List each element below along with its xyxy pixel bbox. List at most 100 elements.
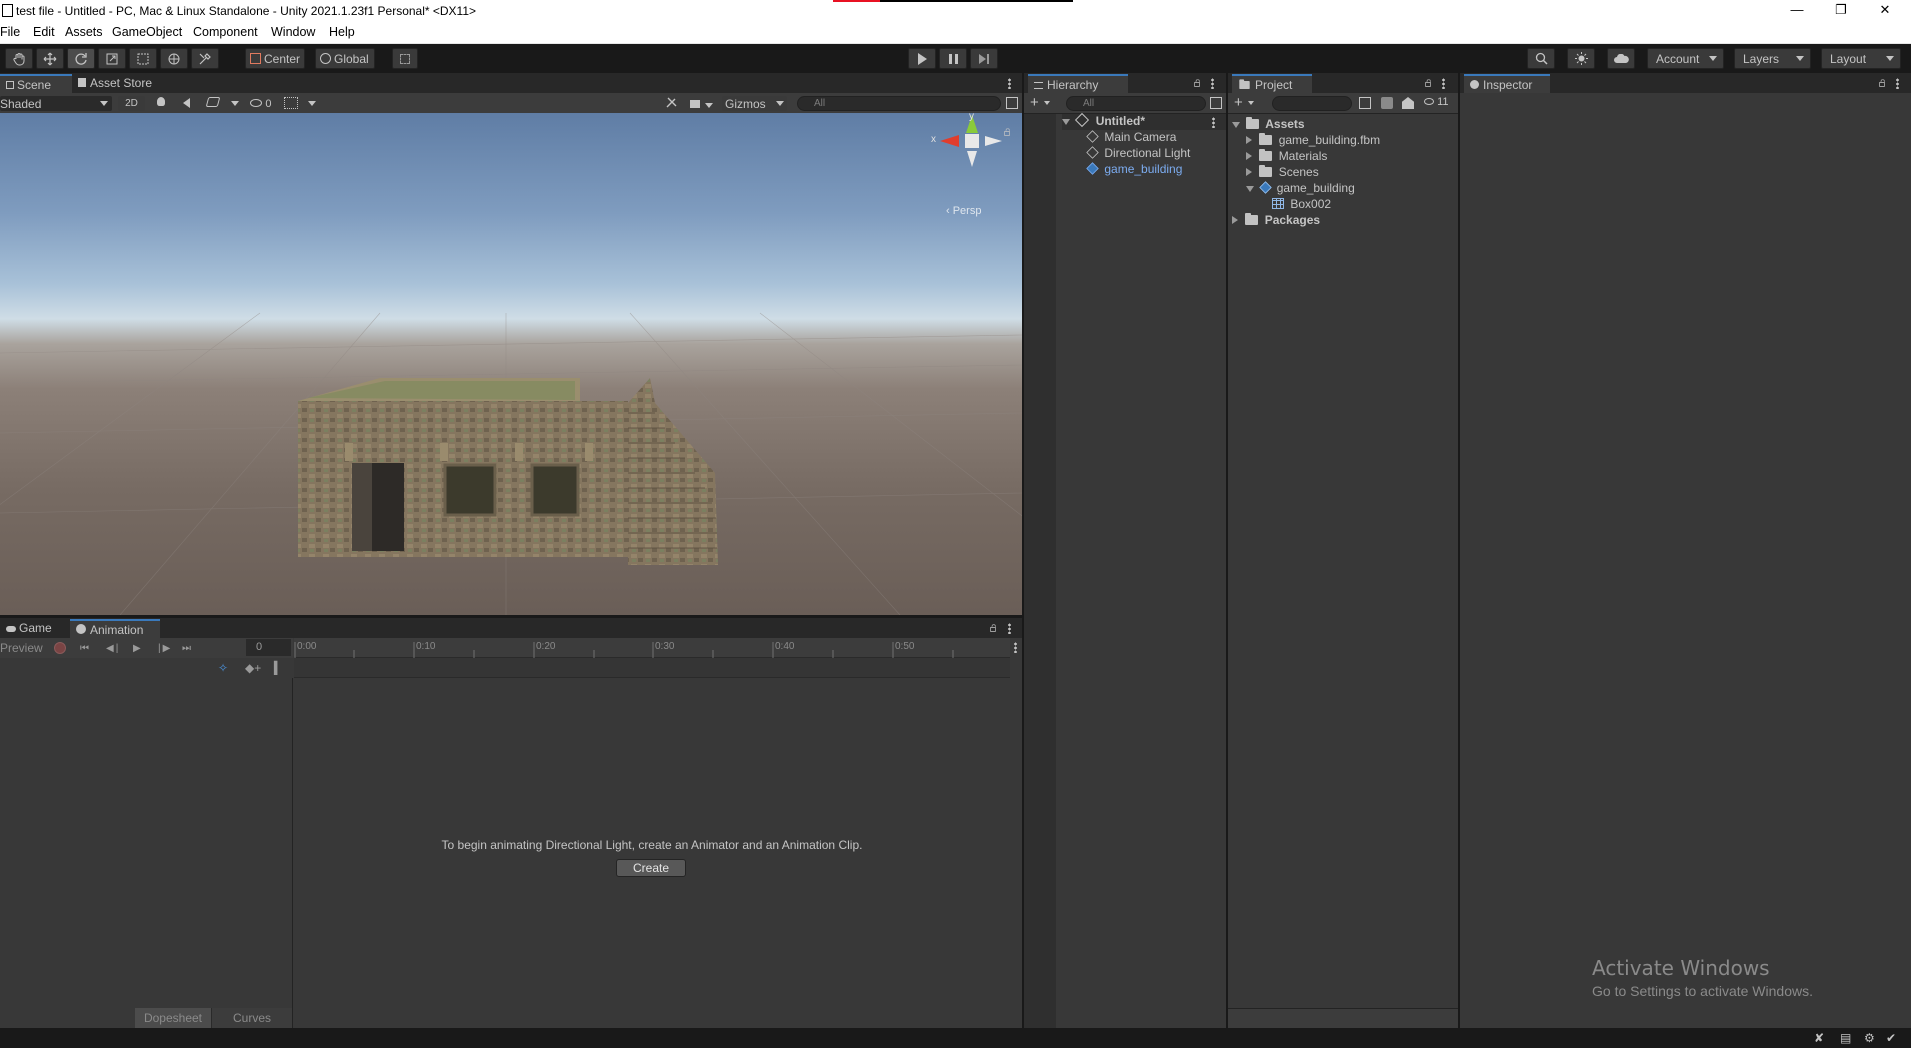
shading-mode-dropdown[interactable]: Shaded [0, 96, 112, 111]
lock-icon[interactable] [1004, 128, 1010, 136]
kebab-menu-icon[interactable] [1008, 78, 1011, 89]
project-item-game-building[interactable]: game_building [1246, 181, 1355, 195]
progress-icon[interactable]: ✘ [1814, 1031, 1824, 1045]
project-item-scenes[interactable]: Scenes [1246, 165, 1319, 179]
lock-icon[interactable] [1425, 79, 1431, 87]
kebab-menu-icon[interactable] [1014, 642, 1017, 653]
tab-asset-store[interactable]: Asset Store [72, 74, 164, 93]
grid-toggle-icon[interactable] [284, 97, 298, 109]
filter-by-label-icon[interactable] [1381, 97, 1393, 109]
menu-edit[interactable]: Edit [33, 25, 55, 39]
play-button[interactable] [908, 48, 936, 69]
collab-icon[interactable] [1567, 48, 1595, 69]
last-keyframe-icon[interactable]: ⏭ [182, 643, 191, 654]
first-keyframe-icon[interactable]: ⏮ [80, 643, 89, 654]
add-icon[interactable]: + [1234, 94, 1243, 111]
tab-scene[interactable]: Scene [0, 74, 72, 93]
project-item-materials[interactable]: Materials [1246, 149, 1327, 163]
hierarchy-item-game-building[interactable]: game_building [1086, 162, 1182, 176]
rect-tool-icon[interactable] [129, 48, 157, 69]
restore-icon[interactable]: ❐ [1819, 2, 1863, 20]
hierarchy-search-input[interactable]: All [1066, 96, 1206, 111]
add-event-icon[interactable]: ▍ [274, 661, 283, 675]
compile-status-icon[interactable]: ✔ [1886, 1031, 1896, 1045]
close-icon[interactable]: ✕ [1863, 2, 1907, 20]
menu-file[interactable]: File [0, 25, 20, 39]
record-icon[interactable] [54, 642, 66, 654]
minimize-icon[interactable]: — [1775, 2, 1819, 20]
play-animation-icon[interactable]: ▶ [133, 643, 141, 654]
favorite-icon[interactable] [1402, 97, 1414, 109]
tools-icon[interactable] [665, 96, 679, 110]
debug-mode-icon[interactable]: ⚙ [1864, 1031, 1875, 1045]
search-by-type-icon[interactable] [1006, 97, 1018, 109]
menu-help[interactable]: Help [329, 25, 355, 39]
filter-selected-icon[interactable]: ✧ [218, 661, 228, 675]
preview-toggle[interactable]: Preview [0, 641, 43, 655]
project-assets-root[interactable]: Assets [1232, 117, 1305, 131]
kebab-menu-icon[interactable] [1211, 78, 1214, 89]
project-search-input[interactable] [1272, 96, 1352, 111]
2d-toggle-button[interactable]: 2D [118, 96, 145, 111]
hand-tool-icon[interactable] [5, 48, 33, 69]
tab-animation[interactable]: Animation [70, 619, 160, 638]
effects-toggle-icon[interactable] [205, 97, 221, 109]
tab-game[interactable]: Game [0, 619, 70, 638]
kebab-menu-icon[interactable] [1008, 623, 1011, 634]
menu-component[interactable]: Component [193, 25, 258, 39]
project-packages-root[interactable]: Packages [1232, 213, 1320, 227]
project-item-box002[interactable]: Box002 [1272, 197, 1331, 211]
kebab-menu-icon[interactable] [1896, 78, 1899, 89]
snap-grid-icon[interactable] [392, 48, 418, 69]
tab-hierarchy[interactable]: Hierarchy [1028, 74, 1128, 93]
menu-assets[interactable]: Assets [65, 25, 103, 39]
search-by-type-icon[interactable] [1359, 97, 1371, 109]
lock-icon[interactable] [990, 624, 996, 632]
add-keyframe-icon[interactable]: ◆+ [245, 661, 261, 675]
lock-icon[interactable] [1879, 79, 1885, 87]
tab-dopesheet[interactable]: Dopesheet [135, 1008, 212, 1028]
scene-viewport[interactable]: y x ‹ Persp [0, 113, 1022, 615]
chevron-down-icon[interactable] [1248, 101, 1254, 105]
scale-tool-icon[interactable] [98, 48, 126, 69]
custom-tool-icon[interactable] [191, 48, 219, 69]
cache-server-icon[interactable]: ▤ [1840, 1031, 1851, 1045]
hidden-packages-toggle[interactable]: 11 [1424, 96, 1448, 108]
search-filter-icon[interactable] [1210, 97, 1222, 109]
camera-settings-dropdown[interactable] [690, 97, 718, 110]
layers-dropdown[interactable]: Layers [1734, 48, 1811, 69]
menu-gameobject[interactable]: GameObject [112, 25, 182, 39]
prev-keyframe-icon[interactable]: ◀ | [106, 643, 118, 654]
lock-icon[interactable] [1194, 79, 1200, 87]
add-icon[interactable]: + [1030, 94, 1039, 111]
event-lane[interactable] [294, 658, 1010, 678]
step-button[interactable] [970, 48, 998, 69]
hierarchy-item-main-camera[interactable]: Main Camera [1086, 130, 1176, 144]
frame-input[interactable]: 0 [246, 639, 291, 656]
menu-window[interactable]: Window [271, 25, 315, 39]
chevron-down-icon[interactable] [231, 101, 239, 106]
timeline-ruler[interactable]: 0:00 0:10 0:20 0:30 0:40 0:50 [294, 638, 1010, 658]
search-icon[interactable] [1527, 48, 1555, 69]
gizmos-dropdown[interactable]: Gizmos [722, 96, 787, 111]
move-tool-icon[interactable] [36, 48, 64, 69]
tab-inspector[interactable]: Inspector [1464, 74, 1550, 93]
pivot-mode-button[interactable]: Center [245, 48, 305, 69]
account-dropdown[interactable]: Account [1647, 48, 1724, 69]
hierarchy-item-directional-light[interactable]: Directional Light [1086, 146, 1190, 160]
scene-root-item[interactable]: Untitled* [1062, 112, 1226, 130]
rotate-tool-icon[interactable] [67, 48, 95, 69]
pivot-space-button[interactable]: Global [315, 48, 375, 69]
audio-toggle-icon[interactable] [183, 97, 195, 109]
create-animation-button[interactable]: Create [616, 859, 686, 877]
layout-dropdown[interactable]: Layout [1821, 48, 1901, 69]
tab-project[interactable]: Project [1232, 74, 1312, 93]
project-item-fbm[interactable]: game_building.fbm [1246, 133, 1380, 147]
scene-visibility-toggle[interactable]: 0 [250, 96, 278, 111]
perspective-label[interactable]: ‹ Persp [946, 205, 981, 217]
lighting-toggle-icon[interactable] [155, 97, 167, 109]
transform-tool-icon[interactable] [160, 48, 188, 69]
kebab-menu-icon[interactable] [1212, 117, 1215, 128]
scene-search-input[interactable]: All [797, 96, 1001, 111]
pause-button[interactable] [939, 48, 967, 69]
